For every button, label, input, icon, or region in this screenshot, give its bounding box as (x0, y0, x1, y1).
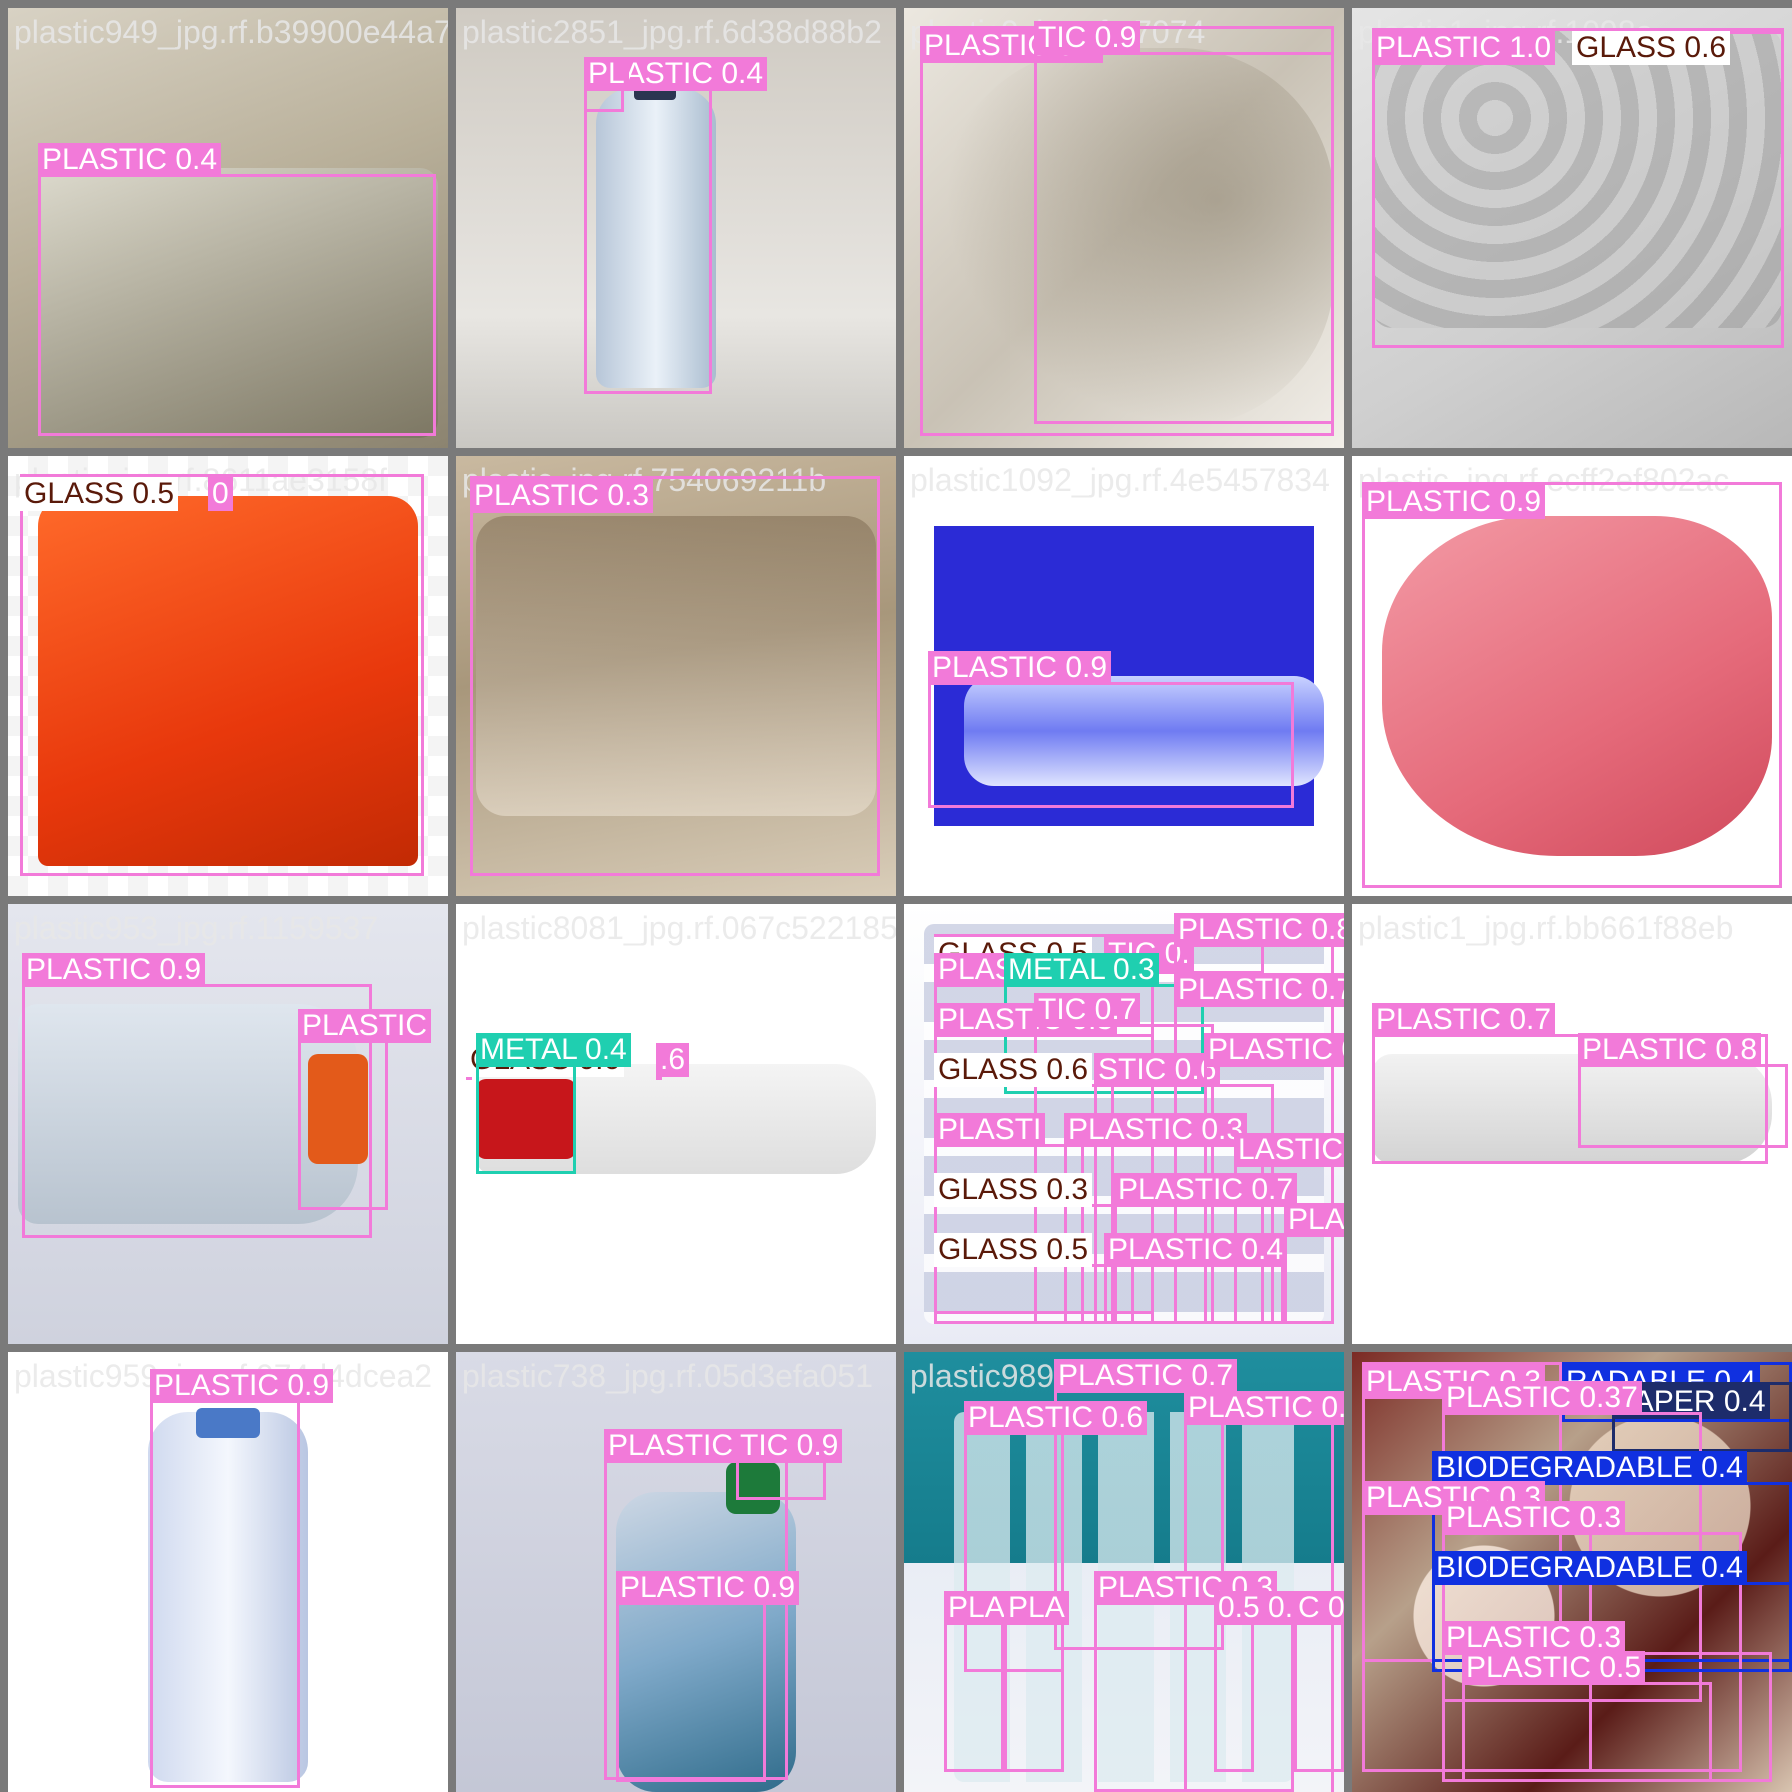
mosaic-tile: plastic949_jpg.rf.b39900e44a76402980af48… (8, 8, 448, 448)
detection-label: METAL 0.3 (1004, 953, 1159, 987)
detection-box: PLASTIC 0.7 (1284, 1203, 1344, 1324)
detection-label: PLASTIC 0.7 (1204, 1033, 1344, 1067)
detection-label: GLASS 0.5 (20, 477, 179, 511)
detection-label: PLASTIC 1.0 (1372, 31, 1556, 65)
detection-box: PLASTIC 0.4 (38, 143, 436, 436)
tile-filename: plastic738_jpg.rf.05d3efa051 (462, 1358, 873, 1394)
detection-mosaic: plastic949_jpg.rf.b39900e44a76402980af48… (0, 0, 1792, 1792)
detection-label: PLASTIC 0.7 (1054, 1359, 1238, 1393)
mosaic-tile: plastic_jpg.rf.ecff2ef802ac PLASTIC 0.9 (1352, 456, 1792, 896)
mosaic-tile: plastic959_jpg.rf.074d4dcea2PLASTIC 0.9 (8, 1352, 448, 1792)
detection-label: METAL 0.4 (476, 1033, 631, 1067)
detection-label: PLASTIC 0.9 (616, 1571, 800, 1605)
detection-box: PLASTIC 0.9 (616, 1571, 800, 1782)
detection-box: PLAS (944, 1591, 1029, 1772)
detection-label: PL (584, 57, 629, 91)
detection-label: PLASTIC 0.7 (1174, 973, 1344, 1007)
mosaic-tile: plastic_jpg.rf.8611ae3158f GLASS 0.5 0 (8, 456, 448, 896)
tile-filename: plastic8081_jpg.rf.067c522185 (462, 910, 896, 946)
detection-label: PLA (1004, 1591, 1069, 1625)
mosaic-tile: plastic953_jpg.rf.1159537 PLASTIC 0.9 PLAS… (8, 904, 448, 1344)
detection-box: METAL 0.4 (476, 1033, 631, 1174)
detection-label: BIODEGRADABLE 0.4 (1432, 1451, 1747, 1485)
detection-label: PLASTIC 0.37 (1442, 1381, 1642, 1415)
detection-label: TIC 0.7 (1034, 993, 1141, 1027)
mosaic-tile: plastic_jpg.rf.754069211bPLASTIC 0.3 (456, 456, 896, 896)
detection-label: PLASTIC 0.7 (1114, 1173, 1298, 1207)
tile-filename: plastic949_jpg.rf.b39900e44a76402980af48… (14, 14, 448, 50)
detection-label: GLASS 0.3 (934, 1173, 1093, 1207)
mosaic-tile: PLASTIC 0.3RADABLE 0.4PAPER 0.4PLASTIC 0… (1352, 1352, 1792, 1792)
detection-label: PLASTIC 0.4 (1104, 1233, 1288, 1267)
detection-label: PLASTIC 0.9 (1362, 485, 1546, 519)
detection-box: PLASTIC (298, 1009, 432, 1210)
detection-label: GLASS 0.6 (934, 1053, 1093, 1087)
detection-label: PLASTIC 0.7 (1372, 1003, 1556, 1037)
detection-label: PLASTIC 0.9 (150, 1369, 334, 1403)
detection-label: PLASTIC 0.9 (928, 651, 1112, 685)
detection-label: PLASTIC (298, 1009, 432, 1043)
detection-box: PLASTIC 0.4 (584, 57, 768, 394)
detection-label: PLASTIC 0.7 (1284, 1203, 1344, 1237)
detection-box: 0 (208, 474, 233, 511)
detection-box: PLASTIC 0.9 (928, 651, 1294, 808)
tile-filename: plastic1_jpg.rf.bb661f88eb (1358, 910, 1734, 946)
mosaic-tile: plastic2851_jpg.rf.6d38d88b2 PLASTIC 0.4 P… (456, 8, 896, 448)
mosaic-tile: plastic1092_jpg.rf.4e5457834 PLASTIC 0.9 (904, 456, 1344, 896)
tile-filename: plastic1092_jpg.rf.4e5457834 (910, 462, 1330, 498)
detection-label: GLASS 0.6 (1572, 31, 1731, 65)
detection-box: PLASTIC 0.5 (1462, 1651, 1712, 1782)
detection-box: TIC 0.9 (736, 1429, 843, 1500)
detection-label: STIC 0.6 (1094, 1053, 1221, 1087)
tile-filename: plastic2851_jpg.rf.6d38d88b2 (462, 14, 882, 50)
tile-filename: plastic9899 (910, 1358, 1072, 1394)
detection-box: 0.5 0.6 (1214, 1591, 1314, 1772)
detection-label: PLASTIC 0.8 (1578, 1033, 1762, 1067)
detection-label: PLASTIC 0.6 (964, 1401, 1148, 1435)
detection-label: PLASTIC 0.3 (1064, 1113, 1248, 1147)
detection-box: .6 (656, 1043, 690, 1080)
detection-box: PLASTIC 0.3 (470, 476, 880, 876)
detection-label: BIODEGRADABLE 0.4 (1432, 1551, 1747, 1585)
mosaic-tile: plastic1_jpg.rf.1098aPLASTIC 1.0GLASS 0.… (1352, 8, 1792, 448)
detection-box: C 0.8 (1294, 1591, 1344, 1772)
detection-label: PLASTIC 0.3 (1442, 1621, 1626, 1655)
detection-label: PLASTIC 0.9 (22, 953, 206, 987)
detection-label: GLASS 0.5 (934, 1233, 1093, 1267)
detection-label: PLASTIC 0.8 (1174, 913, 1344, 947)
detection-box: PLASTIC 0.8 (1578, 1033, 1788, 1148)
detection-box: PLASTIC 0.3 (1094, 1571, 1294, 1792)
detection-box: PL (584, 57, 629, 112)
detection-label: PLASTIC 0.5 (1462, 1651, 1646, 1685)
mosaic-tile: plastic0_jpg.rf.e7074PLASTIC 0.4TIC 0.9 (904, 8, 1344, 448)
mosaic-tile: GLASS 0.5TIC 0.PLASTIC 0.8PLASTIC 0.5MET… (904, 904, 1344, 1344)
detection-box: PLASTIC 0.4 (1104, 1233, 1288, 1324)
detection-box: PLASTIC 0.9 (1362, 482, 1782, 888)
detection-box: GLASS 0.6 (466, 1043, 625, 1080)
detection-label: PLASTIC 0.4 (38, 143, 222, 177)
mosaic-tile: plastic1_jpg.rf.bb661f88eb PLASTIC 0.7 PLA… (1352, 904, 1792, 1344)
detection-label: .6 (656, 1043, 690, 1077)
detection-label: PLASTIC 0.8 (1184, 1391, 1344, 1425)
detection-label: TIC 0.9 (1034, 21, 1141, 55)
detection-label: PLASTI (934, 1113, 1046, 1147)
detection-box: PLASTIC 0.9 (150, 1369, 334, 1788)
detection-box: GLASS 0.5 (20, 474, 424, 876)
mosaic-tile: plastic738_jpg.rf.05d3efa051 PLASTIC 0.8 T… (456, 1352, 896, 1792)
detection-label: PLASTIC 0.3 (470, 479, 654, 513)
mosaic-tile: plastic8081_jpg.rf.067c522185 GLASS 0.6ME… (456, 904, 896, 1344)
detection-box: PLASTIC 1.0 (1372, 28, 1784, 348)
detection-box: PLA (1004, 1591, 1069, 1772)
mosaic-tile: plastic9899PLASTIC 0.7PLASTIC 0.8 PLASTIC… (904, 1352, 1344, 1792)
detection-label: C 0.8 (1294, 1591, 1344, 1625)
tile-filename: plastic953_jpg.rf.1159537 (14, 910, 379, 946)
detection-box: TIC 0.9 (1034, 21, 1334, 424)
detection-box: GLASS 0.6 (1572, 28, 1784, 65)
detection-label: 0 (208, 477, 233, 511)
detection-label: TIC 0.9 (736, 1429, 843, 1463)
detection-label: PLASTIC 0.3 (1442, 1501, 1626, 1535)
detection-label: LASTIC 0.8 (1234, 1133, 1344, 1167)
